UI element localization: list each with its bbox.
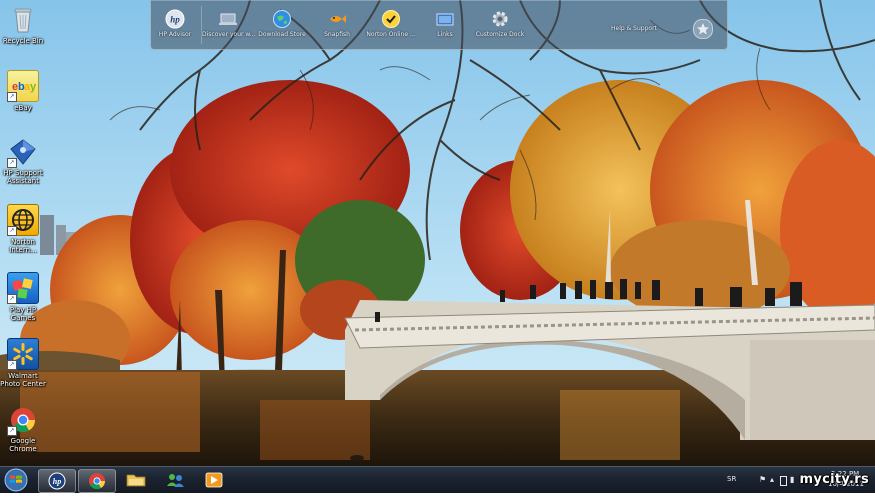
dock-item-label: HP Advisor xyxy=(158,31,192,38)
wallpaper-image xyxy=(0,0,875,466)
dock-item-norton-online[interactable]: Norton Online ... xyxy=(365,9,417,38)
desktop-icon-recycle-bin[interactable]: Recycle Bin xyxy=(0,5,46,45)
dock-item-hp-advisor[interactable]: hp HP Advisor xyxy=(149,9,201,38)
recycle-bin-icon xyxy=(8,5,38,35)
globe-icon xyxy=(272,9,292,29)
desktop-icon-walmart[interactable]: ↗ Walmart Photo Center xyxy=(0,338,46,388)
shortcut-arrow-icon: ↗ xyxy=(7,426,17,436)
gear-icon xyxy=(490,9,510,29)
star-icon xyxy=(697,23,709,35)
hp-games-icon: ↗ xyxy=(7,272,39,304)
snapfish-icon xyxy=(327,9,347,29)
taskbar-messenger[interactable] xyxy=(157,469,193,491)
chrome-icon: ↗ xyxy=(7,405,38,436)
norton-icon xyxy=(381,9,401,29)
svg-text:hp: hp xyxy=(53,477,61,486)
dock-item-label: Links xyxy=(437,31,453,38)
dock-item-label: Snapfish xyxy=(324,31,350,38)
desktop-icon-label: HP Support Assistant xyxy=(3,169,43,185)
norton-globe-icon: ↗ xyxy=(7,204,39,236)
hp-logo-icon: hp xyxy=(48,472,66,490)
dock-item-customize-dock[interactable]: Customize Dock xyxy=(474,9,526,38)
dock-item-label: Customize Dock xyxy=(475,31,525,38)
shortcut-arrow-icon: ↗ xyxy=(7,294,17,304)
desktop-icon-label: Play HP Games xyxy=(9,306,37,322)
ebay-icon: e b a y ↗ xyxy=(7,70,39,102)
shortcut-arrow-icon: ↗ xyxy=(7,360,17,370)
taskbar-explorer[interactable] xyxy=(118,469,154,491)
flag-icon[interactable]: ⚑ xyxy=(759,475,766,484)
dock-item-discover[interactable]: Discover your w... xyxy=(202,9,256,38)
svg-text:y: y xyxy=(30,81,37,93)
dock-star-button[interactable] xyxy=(693,19,713,39)
desktop-icon-label: Recycle Bin xyxy=(2,37,44,45)
dock-item-links[interactable]: Links xyxy=(419,9,471,38)
desktop-icon-label: Walmart Photo Center xyxy=(0,372,46,388)
desktop-icon-google-chrome[interactable]: ↗ Google Chrome xyxy=(0,405,46,453)
laptop-icon xyxy=(218,9,238,29)
links-icon xyxy=(435,9,455,29)
desktop-icon-ebay[interactable]: e b a y ↗ eBay xyxy=(0,70,46,112)
language-indicator[interactable]: SR xyxy=(727,475,736,483)
taskbar-hp[interactable]: hp xyxy=(38,469,76,493)
media-player-icon xyxy=(205,472,223,488)
taskbar: hp SR ⚑ ▴ ▮ 5:22 PM 10/4/2011 xyxy=(0,466,875,493)
windows-orb-icon xyxy=(4,468,28,492)
dock-help-support[interactable]: Help & Support xyxy=(611,25,657,32)
desktop-icon-norton[interactable]: ↗ Norton Intern... xyxy=(0,204,46,254)
svg-text:hp: hp xyxy=(170,15,180,25)
desktop-icon-hp-games[interactable]: ↗ Play HP Games xyxy=(0,272,46,322)
dock-item-download-store[interactable]: Download Store xyxy=(256,9,308,38)
taskbar-chrome[interactable] xyxy=(78,469,116,493)
people-icon xyxy=(167,474,184,487)
chrome-icon xyxy=(89,473,106,490)
start-button[interactable] xyxy=(2,467,30,493)
dock-item-label: Norton Online ... xyxy=(366,31,416,38)
hp-support-icon: ↗ xyxy=(7,137,38,168)
shortcut-arrow-icon: ↗ xyxy=(7,92,17,102)
dock-item-snapfish[interactable]: Snapfish xyxy=(311,9,363,38)
dock-item-label: Discover your w... xyxy=(202,31,256,38)
walmart-spark-icon: ↗ xyxy=(7,338,39,370)
taskbar-media-player[interactable] xyxy=(196,469,232,491)
dock-item-label: Download Store xyxy=(258,31,306,38)
folder-icon xyxy=(126,474,146,487)
up-arrow-icon[interactable]: ▴ xyxy=(770,475,774,484)
shortcut-arrow-icon: ↗ xyxy=(7,158,17,168)
watermark-text: mycity.rs xyxy=(799,472,869,487)
desktop-icon-label: Norton Intern... xyxy=(9,238,37,254)
shortcut-arrow-icon: ↗ xyxy=(7,226,17,236)
desktop-icon-label: Google Chrome xyxy=(9,437,37,453)
desktop: Recycle Bin e b a y ↗ eBay ↗ HP Support … xyxy=(0,0,875,466)
hp-logo-icon: hp xyxy=(165,9,185,29)
desktop-icon-label: eBay xyxy=(14,104,32,112)
battery-icon[interactable] xyxy=(780,476,787,486)
network-icon[interactable]: ▮ xyxy=(790,475,794,484)
desktop-icon-hp-support-assistant[interactable]: ↗ HP Support Assistant xyxy=(0,137,46,185)
hp-dock: hp HP Advisor Discover your w... Downloa… xyxy=(150,0,728,50)
